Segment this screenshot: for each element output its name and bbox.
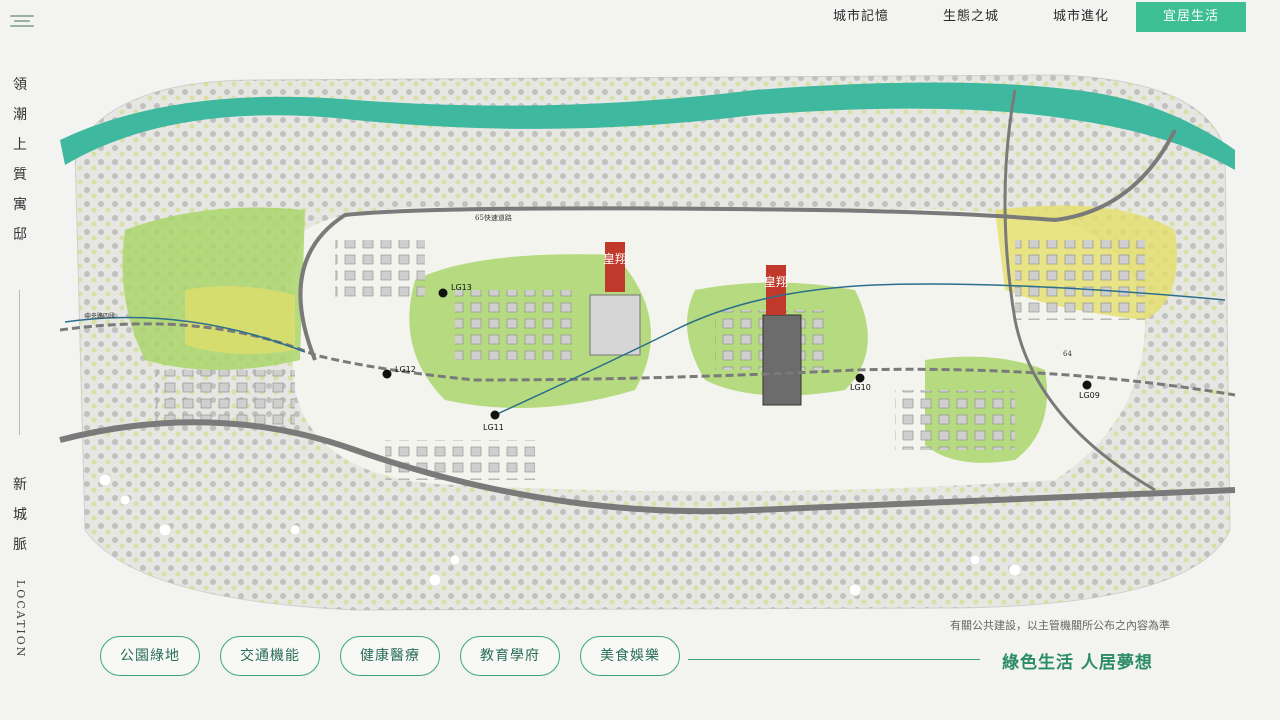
sidebar-char: 邸: [13, 227, 27, 243]
tower-label: 皇翔: [764, 275, 788, 289]
sidebar-title-bottom: 新 城 脈: [0, 470, 40, 560]
sidebar-char: 領: [13, 77, 27, 93]
station-label: LG09: [1079, 391, 1100, 400]
sidebar-char: 潮: [13, 107, 27, 123]
map-disclaimer: 有關公共建設，以主管機關所公布之內容為準: [950, 619, 1170, 632]
nav-item-livable-life[interactable]: 宜居生活: [1136, 2, 1246, 32]
nav-item-city-evolution[interactable]: 城市進化: [1026, 2, 1136, 32]
sidebar-char: 新: [13, 477, 27, 493]
road-label: 64: [1063, 350, 1072, 358]
sidebar-title-top: 領 潮 上 質 寓 邸: [0, 70, 40, 250]
category-transport-button[interactable]: 交通機能: [220, 636, 320, 676]
sidebar-divider: [19, 290, 20, 435]
sidebar-char: 寓: [13, 197, 27, 213]
sidebar-char: 城: [13, 507, 27, 523]
tagline: 綠色生活 人居夢想: [1002, 653, 1153, 673]
road-label: 中央路四段: [85, 312, 115, 320]
tower-label: 皇翔: [603, 252, 627, 266]
map-illustration: 皇翔 皇翔 LG13 LG12 LG11 LG10 LG09 65快速道路 64…: [59, 74, 1236, 611]
sidebar-char: 脈: [13, 537, 27, 553]
road-label: 65快速道路: [475, 213, 512, 222]
category-education-button[interactable]: 教育學府: [460, 636, 560, 676]
top-nav: 城市記憶 生態之城 城市進化 宜居生活: [806, 2, 1246, 32]
category-medical-button[interactable]: 健康醫療: [340, 636, 440, 676]
station-label: LG10: [850, 383, 871, 392]
station-label: LG11: [483, 423, 504, 432]
category-parks-button[interactable]: 公園綠地: [100, 636, 200, 676]
tagline-divider: [688, 659, 980, 660]
sidebar-char: 上: [13, 137, 27, 153]
sidebar-location: LOCATION: [14, 580, 27, 659]
nav-item-city-memory[interactable]: 城市記憶: [806, 2, 916, 32]
station-label: LG13: [451, 283, 472, 292]
sidebar-char: 質: [13, 167, 27, 183]
category-food-entertainment-button[interactable]: 美食娛樂: [580, 636, 680, 676]
location-map: 皇翔 皇翔 LG13 LG12 LG11 LG10 LG09 65快速道路 64…: [55, 60, 1245, 620]
station-label: LG12: [395, 365, 416, 374]
category-buttons: 公園綠地 交通機能 健康醫療 教育學府 美食娛樂: [100, 636, 700, 676]
menu-icon[interactable]: [10, 12, 34, 32]
nav-item-eco-city[interactable]: 生態之城: [916, 2, 1026, 32]
